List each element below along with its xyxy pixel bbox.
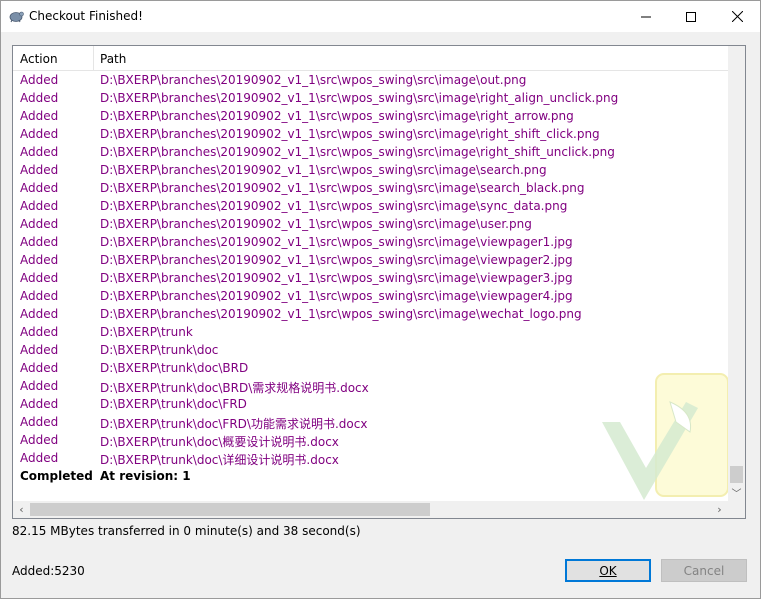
list-item[interactable]: Added D:\BXERP\branches\20190902_v1_1\src…: [13, 107, 729, 125]
row-path: D:\BXERP\trunk\doc: [100, 343, 219, 357]
row-action: Added: [20, 127, 59, 141]
row-action: Added: [20, 91, 59, 105]
row-action: Added: [20, 289, 59, 303]
tortoise-icon: [9, 11, 24, 23]
column-divider[interactable]: [93, 46, 94, 70]
row-path: D:\BXERP\trunk\doc\FRD\功能需求说明书.docx: [100, 417, 368, 431]
row-path: D:\BXERP\branches\20190902_v1_1\src\wpos…: [100, 181, 585, 195]
close-button[interactable]: [714, 1, 760, 32]
row-action: Added: [20, 163, 59, 177]
row-action: Added: [20, 235, 59, 249]
list-item[interactable]: Added D:\BXERP\trunk\doc\BRD\需求规格说明书.docx: [13, 377, 729, 395]
row-path: D:\BXERP\trunk\doc\概要设计说明书.docx: [100, 435, 339, 449]
row-action: Added: [20, 415, 59, 429]
row-path: D:\BXERP\branches\20190902_v1_1\src\wpos…: [100, 271, 573, 285]
row-action: Added: [20, 73, 59, 87]
list-item[interactable]: Added D:\BXERP\trunk\doc\FRD: [13, 395, 729, 413]
column-header-action[interactable]: Action: [20, 52, 58, 66]
list-item[interactable]: Added D:\BXERP\branches\20190902_v1_1\src…: [13, 71, 729, 89]
scroll-left-arrow-icon[interactable]: ‹: [13, 501, 30, 518]
horizontal-scrollbar[interactable]: ‹ ›: [13, 501, 728, 518]
row-path: D:\BXERP\branches\20190902_v1_1\src\wpos…: [100, 73, 527, 87]
row-action: Added: [20, 307, 59, 321]
row-path: D:\BXERP\branches\20190902_v1_1\src\wpos…: [100, 217, 532, 231]
ok-button[interactable]: OK: [565, 559, 651, 582]
row-action: Added: [20, 361, 59, 375]
row-path: D:\BXERP\trunk\doc\BRD: [100, 361, 249, 375]
row-path: D:\BXERP\branches\20190902_v1_1\src\wpos…: [100, 163, 547, 177]
completed-row[interactable]: Completed At revision: 1: [13, 467, 729, 485]
row-action: Added: [20, 433, 59, 447]
list-item[interactable]: Added D:\BXERP\trunk\doc\BRD: [13, 359, 729, 377]
scroll-right-arrow-icon[interactable]: ›: [711, 501, 728, 518]
list-item[interactable]: Added D:\BXERP\branches\20190902_v1_1\src…: [13, 143, 729, 161]
row-action: Added: [20, 145, 59, 159]
list-item[interactable]: Added D:\BXERP\branches\20190902_v1_1\src…: [13, 125, 729, 143]
minimize-icon: [641, 16, 651, 17]
title-bar: Checkout Finished!: [1, 1, 760, 32]
list-item[interactable]: Added D:\BXERP\trunk\doc\详细设计说明书.docx: [13, 449, 729, 467]
minimize-button[interactable]: [623, 1, 669, 32]
row-action: Completed: [20, 469, 93, 483]
maximize-button[interactable]: [668, 1, 714, 32]
row-path: D:\BXERP\branches\20190902_v1_1\src\wpos…: [100, 145, 615, 159]
list-item[interactable]: Added D:\BXERP\branches\20190902_v1_1\src…: [13, 179, 729, 197]
row-action: Added: [20, 109, 59, 123]
scrollbar-corner: [728, 501, 745, 518]
vertical-scroll-thumb[interactable]: [730, 466, 743, 483]
list-item[interactable]: Added D:\BXERP\branches\20190902_v1_1\src…: [13, 251, 729, 269]
list-item[interactable]: Added D:\BXERP\trunk\doc\FRD\功能需求说明书.docx: [13, 413, 729, 431]
vertical-scrollbar[interactable]: ﹀: [728, 46, 745, 501]
list-item[interactable]: Added D:\BXERP\branches\20190902_v1_1\src…: [13, 287, 729, 305]
row-path: D:\BXERP\branches\20190902_v1_1\src\wpos…: [100, 199, 568, 213]
transfer-status: 82.15 MBytes transferred in 0 minute(s) …: [12, 524, 361, 538]
horizontal-scroll-thumb[interactable]: [30, 503, 430, 516]
row-action: Added: [20, 325, 59, 339]
row-path: D:\BXERP\branches\20190902_v1_1\src\wpos…: [100, 235, 573, 249]
row-action: Added: [20, 199, 59, 213]
row-action: Added: [20, 181, 59, 195]
row-path: D:\BXERP\branches\20190902_v1_1\src\wpos…: [100, 109, 574, 123]
checkout-dialog: Checkout Finished! Action Path Added D:\B…: [0, 0, 761, 599]
row-action: Added: [20, 253, 59, 267]
list-item[interactable]: Added D:\BXERP\branches\20190902_v1_1\src…: [13, 233, 729, 251]
row-path: D:\BXERP\trunk\doc\FRD: [100, 397, 247, 411]
row-action: Added: [20, 379, 59, 393]
window-title: Checkout Finished!: [29, 9, 143, 23]
close-icon: [731, 11, 743, 22]
list-item[interactable]: Added D:\BXERP\branches\20190902_v1_1\src…: [13, 269, 729, 287]
row-action: Added: [20, 217, 59, 231]
list-item[interactable]: Added D:\BXERP\branches\20190902_v1_1\src…: [13, 161, 729, 179]
row-path: D:\BXERP\trunk: [100, 325, 193, 339]
row-path: D:\BXERP\branches\20190902_v1_1\src\wpos…: [100, 307, 582, 321]
row-path: D:\BXERP\branches\20190902_v1_1\src\wpos…: [100, 127, 600, 141]
list-item[interactable]: Added D:\BXERP\trunk: [13, 323, 729, 341]
row-path: D:\BXERP\trunk\doc\BRD\需求规格说明书.docx: [100, 381, 369, 395]
list-header: Action Path: [13, 46, 729, 71]
cancel-button[interactable]: Cancel: [661, 559, 747, 582]
column-header-path[interactable]: Path: [100, 52, 126, 66]
list-item[interactable]: Added D:\BXERP\branches\20190902_v1_1\src…: [13, 197, 729, 215]
list-rows: Added D:\BXERP\branches\20190902_v1_1\src…: [13, 71, 729, 485]
list-item[interactable]: Added D:\BXERP\trunk\doc\概要设计说明书.docx: [13, 431, 729, 449]
row-path: D:\BXERP\branches\20190902_v1_1\src\wpos…: [100, 91, 619, 105]
maximize-icon: [686, 11, 696, 22]
checkout-results-list[interactable]: Action Path Added D:\BXERP\branches\20190…: [12, 45, 746, 519]
row-path: At revision: 1: [100, 469, 191, 483]
row-action: Added: [20, 343, 59, 357]
list-item[interactable]: Added D:\BXERP\trunk\doc: [13, 341, 729, 359]
row-path: D:\BXERP\branches\20190902_v1_1\src\wpos…: [100, 289, 573, 303]
row-action: Added: [20, 451, 59, 465]
list-item[interactable]: Added D:\BXERP\branches\20190902_v1_1\src…: [13, 89, 729, 107]
added-count: Added:5230: [12, 564, 85, 578]
row-action: Added: [20, 397, 59, 411]
row-path: D:\BXERP\branches\20190902_v1_1\src\wpos…: [100, 253, 573, 267]
list-item[interactable]: Added D:\BXERP\branches\20190902_v1_1\src…: [13, 215, 729, 233]
row-action: Added: [20, 271, 59, 285]
list-item[interactable]: Added D:\BXERP\branches\20190902_v1_1\src…: [13, 305, 729, 323]
scroll-down-arrow-icon[interactable]: ﹀: [728, 484, 745, 501]
row-path: D:\BXERP\trunk\doc\详细设计说明书.docx: [100, 453, 339, 467]
